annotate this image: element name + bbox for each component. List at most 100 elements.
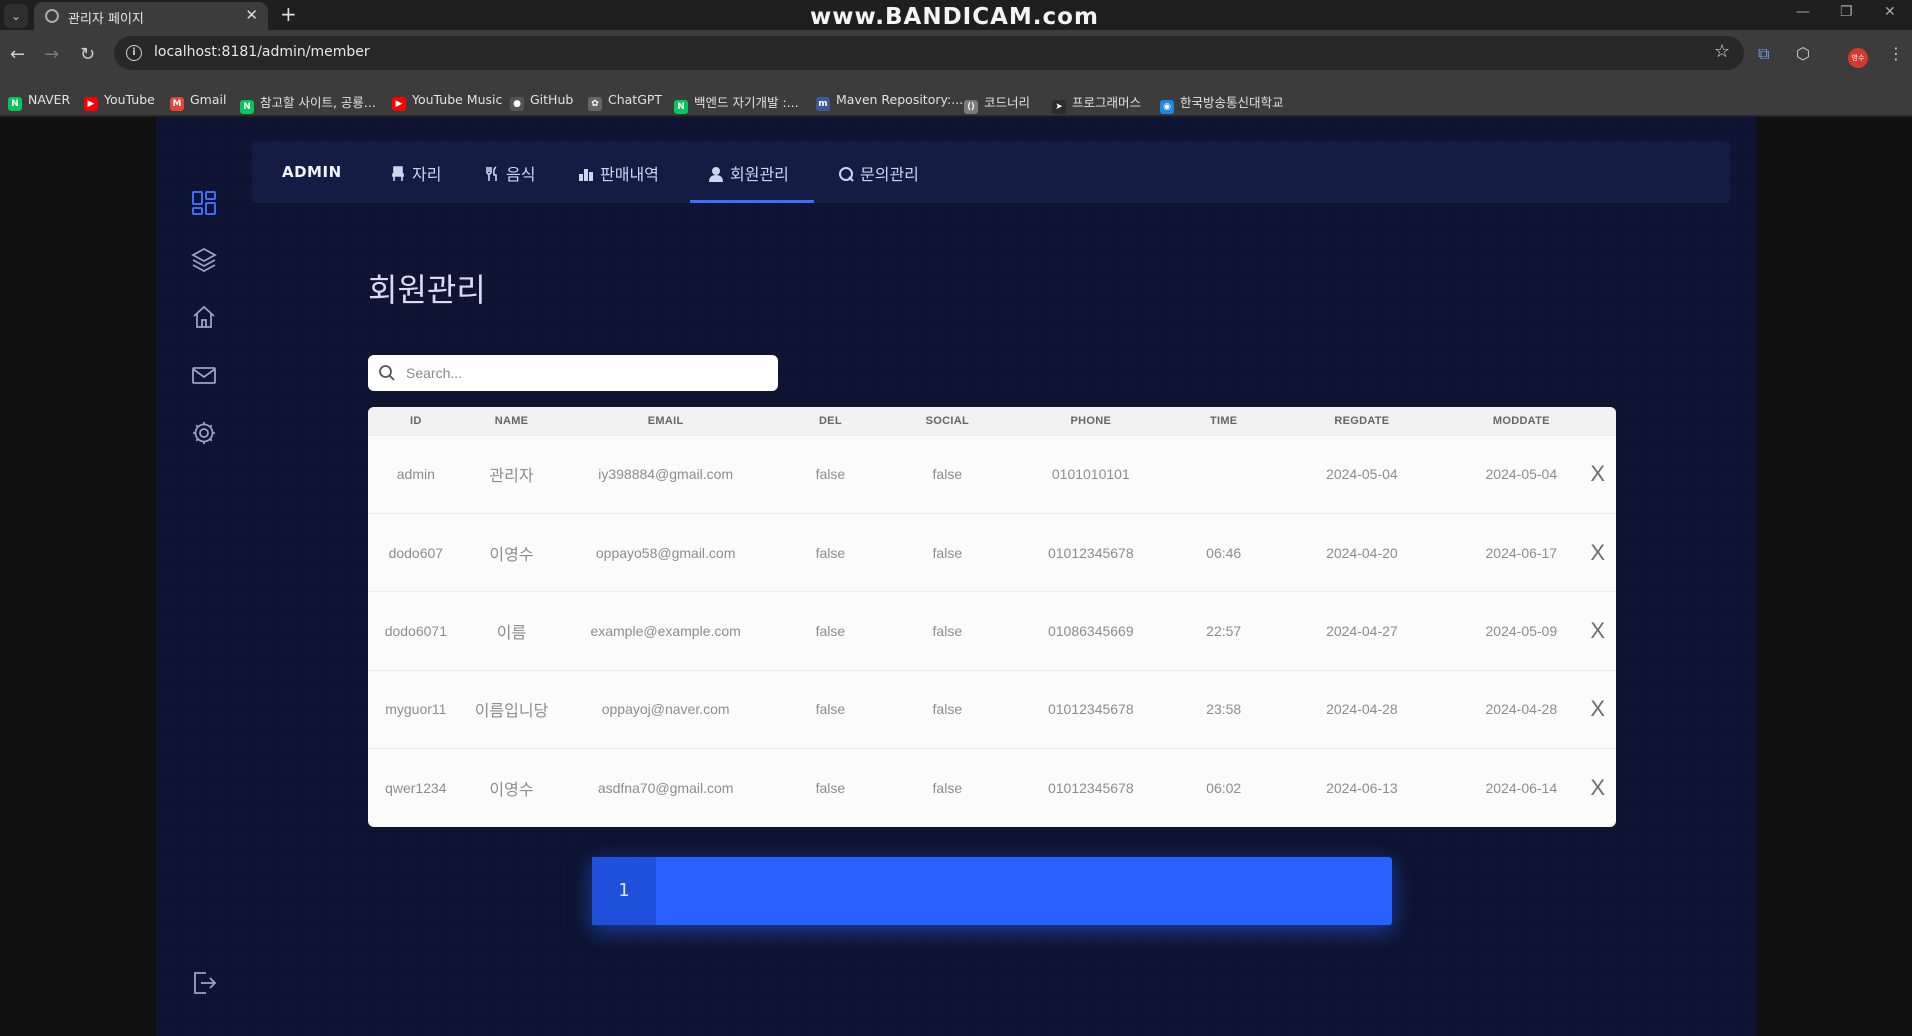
search-box[interactable] xyxy=(368,355,778,391)
column-header-id: ID xyxy=(368,407,464,435)
delete-member-button[interactable]: X xyxy=(1590,591,1616,671)
layers-icon[interactable] xyxy=(190,245,218,273)
globe-icon xyxy=(45,9,59,23)
reload-icon[interactable]: ↻ xyxy=(80,44,95,65)
nav-item-inquiries[interactable]: 문의관리 xyxy=(838,141,919,203)
bookmark-favicon-icon: ✿ xyxy=(588,97,602,111)
delete-member-button[interactable]: X xyxy=(1590,669,1616,749)
recording-watermark: www.BANDICAM.com xyxy=(810,4,1099,30)
bookmark-item[interactable]: ⟨⟩ 코드너리 xyxy=(964,92,1030,114)
cell-time: 06:02 xyxy=(1175,748,1272,827)
nav-label: 판매내역 xyxy=(600,165,659,184)
bookmark-item[interactable]: ➤ 프로그래머스 xyxy=(1052,92,1141,114)
tab-search-button[interactable]: ⌄ xyxy=(4,4,28,28)
bookmark-favicon-icon: m xyxy=(816,97,830,111)
bookmark-item[interactable]: ✿ ChatGPT xyxy=(588,92,662,111)
bookmark-item[interactable]: ▶ YouTube xyxy=(84,92,155,111)
column-header-social: SOCIAL xyxy=(888,407,1006,435)
bookmark-label: 참고할 사이트, 공룡... xyxy=(260,95,376,110)
mail-icon[interactable] xyxy=(190,361,218,389)
cell-email: asdfna70@gmail.com xyxy=(559,748,772,827)
forward-icon[interactable]: → xyxy=(44,44,59,65)
bookmark-item[interactable]: N 참고할 사이트, 공룡... xyxy=(240,92,376,114)
settings-gear-icon[interactable] xyxy=(190,419,218,447)
search-input[interactable] xyxy=(406,363,766,383)
nav-item-members[interactable]: 회원관리 xyxy=(690,141,814,203)
new-tab-button[interactable]: + xyxy=(280,2,297,26)
cell-regdate: 2024-05-04 xyxy=(1271,434,1453,514)
bookmark-item[interactable]: ▶ YouTube Music xyxy=(392,92,502,111)
table-row[interactable]: qwer1234 이영수 asdfna70@gmail.com false false 0… xyxy=(368,748,1616,827)
bookmark-favicon-icon: N xyxy=(8,97,22,111)
cell-email: oppayoj@naver.com xyxy=(559,669,772,749)
back-icon[interactable]: ← xyxy=(10,44,25,65)
bookmarks-bar: N NAVER ▶ YouTube M Gmail N 참고할 사이트, 공룡... ▶ YouT… xyxy=(0,84,1912,116)
menu-icon[interactable]: ⋮ xyxy=(1888,44,1904,63)
table-row[interactable]: admin 관리자 iy398884@gmail.com false false 0101… xyxy=(368,434,1616,514)
extensions-icon[interactable]: ⬡ xyxy=(1796,44,1810,63)
cell-del: false xyxy=(771,434,889,514)
bookmark-item[interactable]: m Maven Repository:... xyxy=(816,92,963,111)
logout-icon[interactable] xyxy=(190,969,218,997)
home-icon[interactable] xyxy=(190,303,218,331)
dashboard-icon[interactable] xyxy=(190,189,218,217)
cell-name: 이름입니당 xyxy=(463,669,560,749)
cell-phone: 0101010101 xyxy=(1005,434,1176,514)
bookmark-label: Maven Repository:... xyxy=(836,92,964,107)
user-icon xyxy=(709,167,723,182)
cell-regdate: 2024-04-20 xyxy=(1271,512,1453,592)
bookmark-item[interactable]: N NAVER xyxy=(8,92,70,111)
chair-icon xyxy=(392,166,404,181)
bookmark-label: ChatGPT xyxy=(608,92,663,107)
delete-member-button[interactable]: X xyxy=(1590,512,1616,592)
nav-item-sales[interactable]: 판매내역 xyxy=(578,141,659,203)
address-bar[interactable]: i localhost:8181/admin/member ☆ xyxy=(114,36,1744,70)
restore-icon[interactable]: ❐ xyxy=(1840,4,1853,20)
bookmark-label: NAVER xyxy=(28,92,71,107)
delete-member-button[interactable]: X xyxy=(1590,748,1616,827)
column-header-action xyxy=(1590,407,1616,435)
bookmark-star-icon[interactable]: ☆ xyxy=(1714,41,1730,62)
delete-member-button[interactable]: X xyxy=(1590,434,1616,514)
column-header-moddate: MODDATE xyxy=(1452,407,1591,435)
bookmark-favicon-icon: ➤ xyxy=(1052,100,1066,114)
browser-tab[interactable]: 관리자 페이지 ✕ xyxy=(34,2,268,30)
cell-name: 관리자 xyxy=(463,434,560,514)
bookmark-item[interactable]: ◉ 한국방송통신대학교 xyxy=(1160,92,1284,114)
cell-phone: 01012345678 xyxy=(1005,748,1176,827)
bookmark-label: YouTube xyxy=(104,92,155,107)
bookmark-label: YouTube Music xyxy=(412,92,503,107)
table-row[interactable]: dodo6071 이름 example@example.com false false 0… xyxy=(368,591,1616,671)
close-tab-icon[interactable]: ✕ xyxy=(245,6,258,24)
page-button-current[interactable]: 1 xyxy=(592,857,656,925)
cell-time: 23:58 xyxy=(1175,669,1272,749)
translate-icon[interactable]: ⧉ xyxy=(1758,44,1769,64)
url-text[interactable]: localhost:8181/admin/member xyxy=(154,44,370,60)
page-title: 회원관리 xyxy=(368,271,486,309)
search-icon xyxy=(379,365,395,381)
cell-del: false xyxy=(771,748,889,827)
bookmark-item[interactable]: M Gmail xyxy=(170,92,226,111)
nav-item-seats[interactable]: 자리 xyxy=(390,141,441,203)
bookmark-label: GitHub xyxy=(530,92,574,107)
browser-toolbar: ← → ↻ i localhost:8181/admin/member ☆ ⧉ … xyxy=(0,30,1912,86)
bookmark-favicon-icon: ● xyxy=(510,97,524,111)
minimize-icon[interactable]: — xyxy=(1796,4,1810,20)
bookmark-item[interactable]: ● GitHub xyxy=(510,92,573,111)
nav-label: 회원관리 xyxy=(730,165,789,184)
site-info-icon[interactable]: i xyxy=(126,45,142,61)
nav-item-food[interactable]: 음식 xyxy=(484,141,535,203)
bookmark-label: 한국방송통신대학교 xyxy=(1180,95,1284,110)
cell-id: dodo607 xyxy=(368,512,464,592)
table-row[interactable]: myguor11 이름입니당 oppayoj@naver.com false false… xyxy=(368,669,1616,749)
cell-id: dodo6071 xyxy=(368,591,464,671)
table-row[interactable]: dodo607 이영수 oppayo58@gmail.com false false 01… xyxy=(368,512,1616,592)
bookmark-item[interactable]: N 백엔드 자기개발 :... xyxy=(674,92,799,114)
cell-email: iy398884@gmail.com xyxy=(559,434,772,514)
brand-label[interactable]: ADMIN xyxy=(282,163,342,181)
cell-del: false xyxy=(771,669,889,749)
profile-avatar[interactable]: 영수 xyxy=(1848,48,1868,68)
cell-del: false xyxy=(771,512,889,592)
close-window-icon[interactable]: ✕ xyxy=(1884,4,1896,20)
cell-time xyxy=(1175,434,1272,514)
